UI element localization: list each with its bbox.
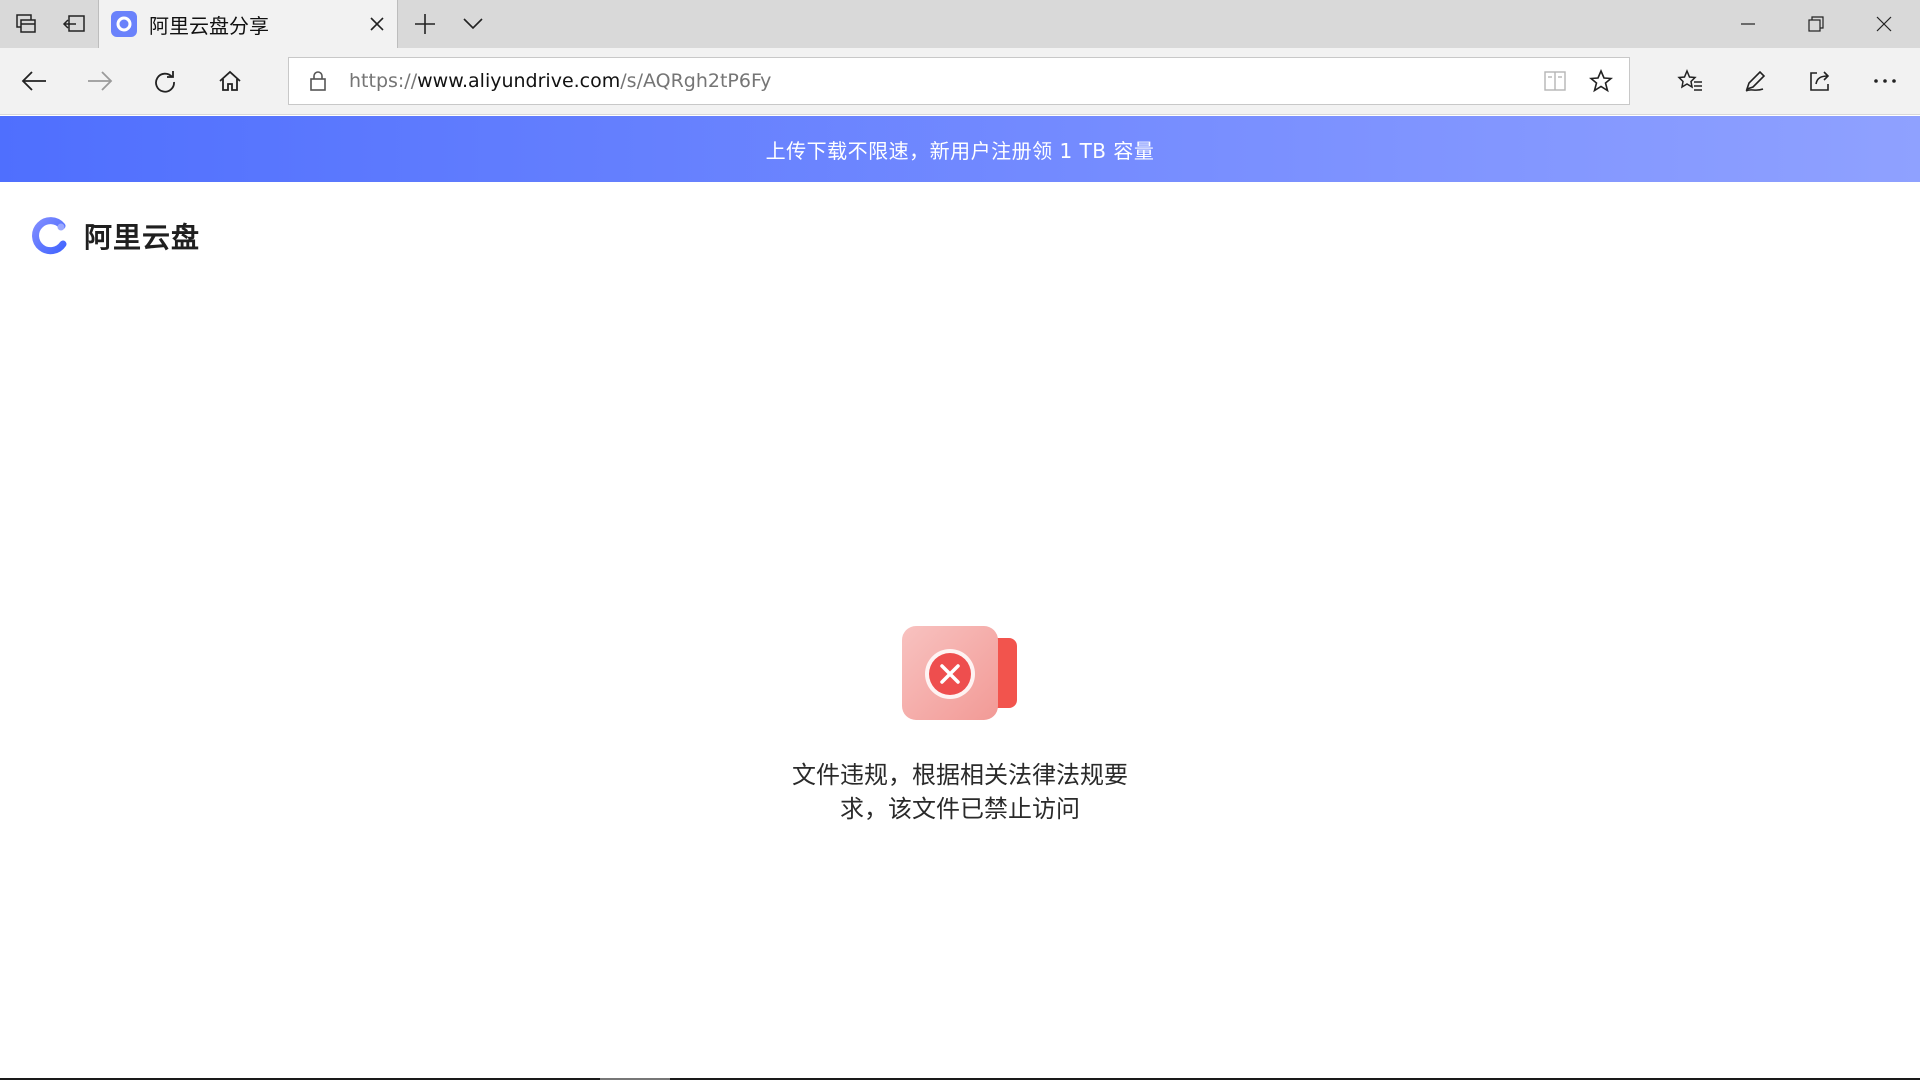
tab-title: 阿里云盘分享 bbox=[149, 13, 269, 38]
navigation-bar: https://www.aliyundrive.com/s/AQRgh2tP6F… bbox=[0, 48, 1920, 115]
refresh-icon[interactable] bbox=[135, 48, 195, 114]
close-window-icon[interactable] bbox=[1850, 0, 1918, 48]
more-icon[interactable] bbox=[1855, 48, 1915, 114]
home-icon[interactable] bbox=[200, 48, 260, 114]
error-message-line-1: 文件违规，根据相关法律法规要 bbox=[792, 761, 1128, 789]
share-icon[interactable] bbox=[1790, 48, 1850, 114]
url-host: www.aliyundrive.com bbox=[417, 70, 621, 92]
tab-actions-icon[interactable] bbox=[2, 0, 50, 48]
promo-banner-text: 上传下载不限速，新用户注册领 1 TB 容量 bbox=[765, 138, 1155, 163]
tab-strip: 阿里云盘分享 bbox=[0, 0, 1920, 48]
url-text[interactable]: https://www.aliyundrive.com/s/AQRgh2tP6F… bbox=[349, 58, 771, 104]
address-bar[interactable]: https://www.aliyundrive.com/s/AQRgh2tP6F… bbox=[288, 57, 1630, 105]
blocked-file-illustration bbox=[900, 622, 1022, 722]
aliyundrive-logo-icon bbox=[32, 217, 67, 255]
star-icon[interactable] bbox=[1581, 58, 1621, 104]
restore-icon[interactable] bbox=[1782, 0, 1850, 48]
tab-close-icon[interactable] bbox=[357, 0, 397, 48]
aliyundrive-favicon-icon bbox=[111, 11, 137, 37]
url-scheme: https:// bbox=[349, 70, 418, 92]
forward-arrow-icon[interactable] bbox=[70, 48, 130, 114]
url-path: /s/AQRgh2tP6Fy bbox=[620, 70, 772, 92]
reading-view-icon[interactable] bbox=[1535, 58, 1575, 104]
logo-text: 阿里云盘 bbox=[84, 221, 201, 254]
site-logo[interactable]: 阿里云盘 bbox=[28, 214, 200, 258]
favorites-list-icon[interactable] bbox=[1660, 48, 1720, 114]
tab-set-aside-icon[interactable] bbox=[50, 0, 98, 48]
promo-banner[interactable]: 上传下载不限速，新用户注册领 1 TB 容量 bbox=[0, 116, 1920, 182]
back-arrow-icon[interactable] bbox=[4, 48, 64, 114]
error-message-line-2: 求，该文件已禁止访问 bbox=[840, 795, 1080, 823]
error-message: 文件违规，根据相关法律法规要 求，该文件已禁止访问 bbox=[760, 758, 1160, 826]
new-tab-icon[interactable] bbox=[401, 0, 449, 48]
pen-icon[interactable] bbox=[1725, 48, 1785, 114]
tab-preview-chevron-down-icon[interactable] bbox=[449, 0, 497, 48]
lock-icon[interactable] bbox=[309, 70, 327, 96]
browser-tab-active[interactable]: 阿里云盘分享 bbox=[98, 0, 398, 48]
minimize-icon[interactable] bbox=[1714, 0, 1782, 48]
